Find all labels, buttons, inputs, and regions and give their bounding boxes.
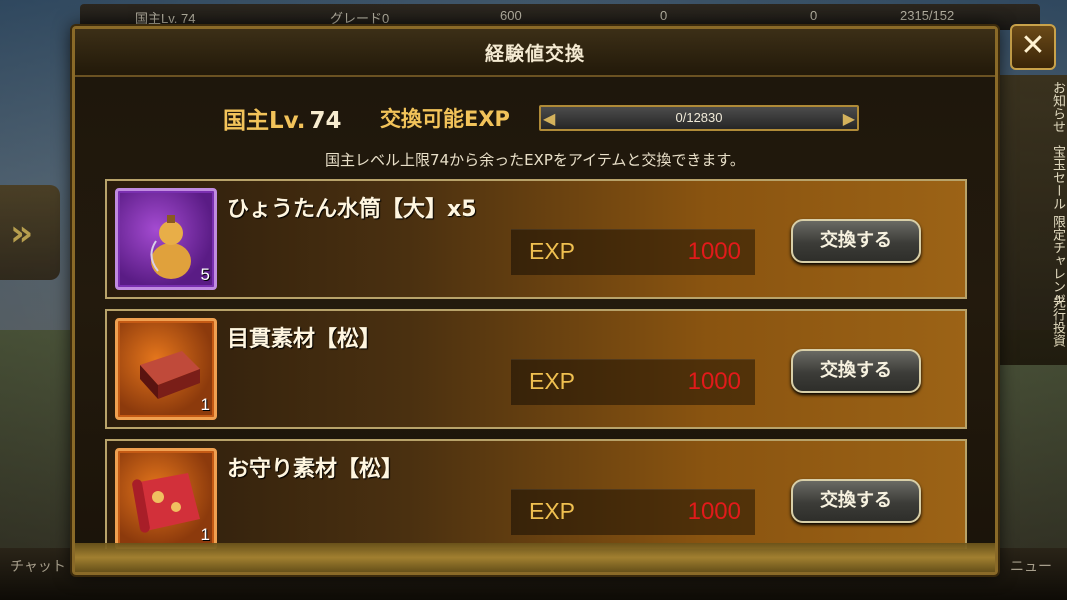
topbar-resource-2: 0 (660, 8, 668, 23)
item-quantity: 1 (200, 525, 210, 544)
lord-level-value: 74 (309, 108, 342, 134)
exp-cost-label: EXP (529, 498, 576, 524)
exp-cost-label: EXP (529, 238, 576, 264)
item-name: お守り素材【松】 (227, 457, 404, 482)
red-cloth-icon (132, 473, 200, 533)
exp-progress-bar: ◀ ▶ 0/12830 (539, 105, 859, 131)
exp-cost-value: 1000 (687, 238, 741, 265)
item-exp-cost: EXP 1000 (511, 359, 755, 405)
double-chevron-right-icon: » (10, 213, 34, 254)
exchangeable-exp-label: 交換可能EXP (380, 107, 510, 131)
exp-exchange-dialog: 経験値交換 国主Lv. 74 交換可能EXP ◀ ▶ 0/12830 国主レベル上… (72, 26, 998, 575)
exchange-button[interactable]: 交換する (791, 349, 921, 393)
item-list[interactable]: 5 ひょうたん水筒【大】x5 EXP 1000 交換する 1 目貫素材【松】 E… (105, 179, 967, 549)
topbar-resource-4: 2315/152 (900, 8, 955, 23)
side-menu-news[interactable]: お知らせ (1044, 81, 1065, 133)
item-exp-cost: EXP 1000 (511, 229, 755, 275)
side-menu: お知らせ 宝玉セール 限定チャレンジ 先行投資 (1000, 75, 1067, 365)
menu-button[interactable]: ニュー (1010, 556, 1052, 576)
exchange-button[interactable]: 交換する (791, 479, 921, 523)
side-expand-button[interactable]: » (0, 185, 60, 280)
dialog-footer-trim (75, 543, 995, 572)
item-thumbnail[interactable]: 1 (115, 318, 217, 420)
side-menu-investment[interactable]: 先行投資 (1044, 295, 1065, 347)
topbar-resource-3: 0 (810, 8, 818, 23)
side-menu-limited-challenge[interactable]: 限定チャレンジ (1044, 215, 1065, 306)
side-menu-gem-sale[interactable]: 宝玉セール (1044, 145, 1065, 210)
topbar-lord-level: 国主Lv. 74 (135, 11, 196, 26)
list-item: 1 目貫素材【松】 EXP 1000 交換する (105, 309, 967, 429)
item-name: 目貫素材【松】 (227, 327, 382, 352)
list-item: 1 お守り素材【松】 EXP 1000 交換する (105, 439, 967, 549)
topbar-resource-1: 600 (500, 8, 522, 23)
item-quantity: 5 (200, 265, 210, 284)
red-ingot-icon (140, 351, 200, 399)
exp-cost-value: 1000 (687, 368, 741, 395)
item-thumbnail[interactable]: 5 (115, 188, 217, 290)
item-exp-cost: EXP 1000 (511, 489, 755, 535)
exp-cost-label: EXP (529, 368, 576, 394)
chat-button[interactable]: チャット (10, 556, 66, 576)
exp-progress-text: 0/12830 (675, 110, 723, 125)
info-text: 国主レベル上限74から余ったEXPをアイテムと交換できます。 (325, 151, 745, 169)
close-button[interactable]: ✕ (1010, 24, 1056, 70)
dialog-title: 経験値交換 (484, 43, 585, 65)
item-name: ひょうたん水筒【大】x5 (227, 197, 477, 222)
close-icon: ✕ (1020, 28, 1046, 63)
gourd-canteen-icon (150, 215, 191, 279)
exchange-button[interactable]: 交換する (791, 219, 921, 263)
item-thumbnail[interactable]: 1 (115, 448, 217, 549)
item-quantity: 1 (200, 395, 210, 414)
list-item: 5 ひょうたん水筒【大】x5 EXP 1000 交換する (105, 179, 967, 299)
dialog-header: 経験値交換 (75, 29, 995, 77)
lord-level-label: 国主Lv. (223, 108, 306, 134)
lord-level: 国主Lv. 74 (223, 101, 342, 135)
exp-cost-value: 1000 (687, 498, 741, 525)
topbar-grade: グレード0 (330, 11, 390, 26)
